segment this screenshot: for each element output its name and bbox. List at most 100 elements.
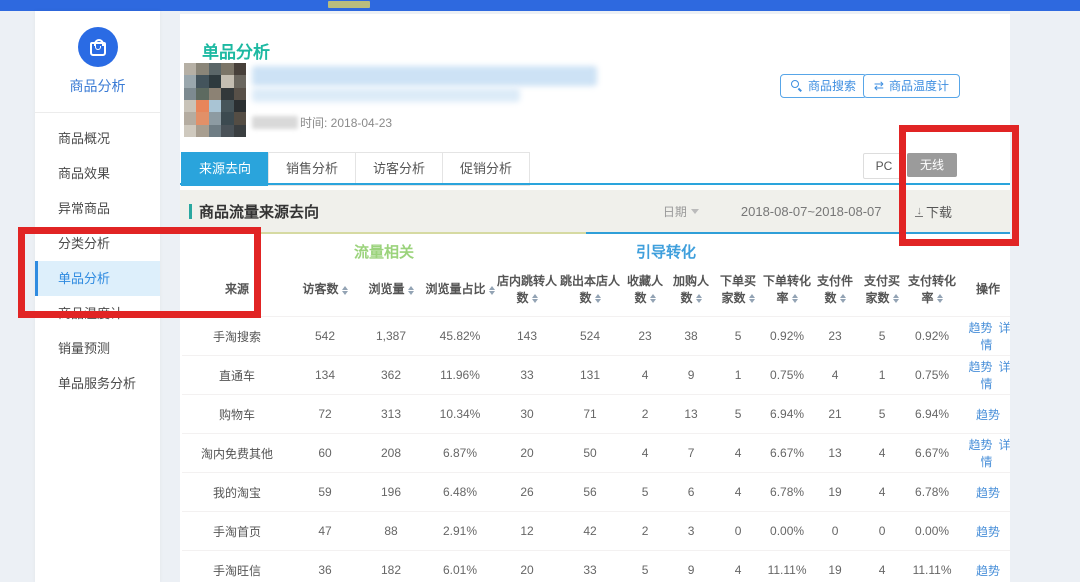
sidebar-item-7[interactable]: 单品服务分析 — [35, 366, 160, 401]
sidebar-item-3[interactable]: 分类分析 — [35, 226, 160, 261]
value-cell-5: 2 — [622, 512, 668, 551]
device-toggle-wireless[interactable]: 无线 — [907, 153, 957, 177]
value-cell-8: 0.75% — [762, 356, 812, 395]
sort-arrows-icon[interactable] — [893, 294, 899, 303]
publish-time-text: 时间: 2018-04-23 — [300, 114, 392, 131]
product-search-button[interactable]: 商品搜索 — [780, 74, 867, 98]
section-controls: 日期 2018-08-07~2018-08-07 ↓ 下载 — [663, 202, 1010, 221]
sort-arrows-icon[interactable] — [489, 286, 495, 295]
sort-arrows-icon[interactable] — [749, 294, 755, 303]
source-cell: 手淘搜索 — [182, 317, 292, 356]
main-panel: 单品分析 商品搜索 ⇄ 商品温度计 时间: 2018-04-23 来源去向销售分… — [180, 14, 1010, 582]
column-header-row: 来源访客数浏览量浏览量占比店内跳转人数跳出本店人数收藏人数加购人数下单买家数下单… — [182, 264, 1010, 317]
trend-link[interactable]: 趋势 — [969, 321, 993, 335]
actions-cell: 趋势 — [958, 395, 1010, 434]
value-cell-11: 0.75% — [906, 356, 958, 395]
tab-2[interactable]: 访客分析 — [355, 152, 443, 186]
column-header-3[interactable]: 浏览量占比 — [424, 264, 496, 317]
sort-arrows-icon[interactable] — [342, 286, 348, 295]
value-cell-5: 4 — [622, 434, 668, 473]
trend-link[interactable]: 趋势 — [976, 525, 1000, 539]
sort-arrows-icon[interactable] — [595, 294, 601, 303]
table-row: 手淘搜索5421,38745.82%143524233850.92%2350.9… — [182, 317, 1010, 356]
column-header-1[interactable]: 访客数 — [292, 264, 358, 317]
value-cell-0: 72 — [292, 395, 358, 434]
column-header-7[interactable]: 加购人数 — [668, 264, 714, 317]
sort-arrows-icon[interactable] — [408, 286, 414, 295]
value-cell-6: 3 — [668, 512, 714, 551]
chevron-down-icon — [691, 209, 699, 214]
column-header-5[interactable]: 跳出本店人数 — [558, 264, 622, 317]
column-header-2[interactable]: 浏览量 — [358, 264, 424, 317]
sidebar-item-2[interactable]: 异常商品 — [35, 191, 160, 226]
sort-arrows-icon[interactable] — [792, 294, 798, 303]
value-cell-7: 4 — [714, 473, 762, 512]
value-cell-0: 36 — [292, 551, 358, 582]
value-cell-8: 11.11% — [762, 551, 812, 582]
tab-1[interactable]: 销售分析 — [268, 152, 356, 186]
table-row: 我的淘宝591966.48%26565646.78%1946.78%趋势 — [182, 473, 1010, 512]
sidebar-item-5[interactable]: 商品温度计 — [35, 296, 160, 331]
column-header-4[interactable]: 店内跳转人数 — [496, 264, 558, 317]
value-cell-4: 50 — [558, 434, 622, 473]
sidebar-item-6[interactable]: 销量预测 — [35, 331, 160, 366]
sidebar-item-4[interactable]: 单品分析 — [35, 261, 160, 296]
section-accent-bar — [189, 204, 192, 219]
source-cell: 淘内免费其他 — [182, 434, 292, 473]
download-button[interactable]: ↓ 下载 — [915, 202, 952, 221]
product-title-blurred — [252, 66, 597, 86]
value-cell-5: 4 — [622, 356, 668, 395]
trend-link[interactable]: 趋势 — [976, 486, 1000, 500]
date-dropdown[interactable]: 日期 — [663, 203, 699, 220]
sort-arrows-icon[interactable] — [532, 294, 538, 303]
device-toggle-pc[interactable]: PC — [863, 153, 905, 179]
value-cell-9: 4 — [812, 356, 858, 395]
column-header-11[interactable]: 支付买家数 — [858, 264, 906, 317]
value-cell-4: 33 — [558, 551, 622, 582]
value-cell-6: 9 — [668, 356, 714, 395]
column-header-6[interactable]: 收藏人数 — [622, 264, 668, 317]
sidebar-item-0[interactable]: 商品概况 — [35, 121, 160, 156]
value-cell-1: 1,387 — [358, 317, 424, 356]
value-cell-0: 59 — [292, 473, 358, 512]
value-cell-5: 23 — [622, 317, 668, 356]
section-title: 商品流量来源去向 — [199, 201, 319, 222]
value-cell-0: 134 — [292, 356, 358, 395]
value-cell-9: 21 — [812, 395, 858, 434]
traffic-source-table: 流量相关引导转化 来源访客数浏览量浏览量占比店内跳转人数跳出本店人数收藏人数加购… — [182, 235, 1010, 582]
trend-link[interactable]: 趋势 — [976, 408, 1000, 422]
trend-link[interactable]: 趋势 — [969, 438, 993, 452]
sidebar-menu: 商品概况商品效果异常商品分类分析单品分析商品温度计销量预测单品服务分析 — [35, 121, 160, 401]
section-border-green — [180, 232, 586, 234]
product-thermometer-button[interactable]: ⇄ 商品温度计 — [863, 74, 960, 98]
value-cell-7: 5 — [714, 317, 762, 356]
source-cell: 直通车 — [182, 356, 292, 395]
value-cell-0: 47 — [292, 512, 358, 551]
value-cell-2: 6.01% — [424, 551, 496, 582]
value-cell-3: 143 — [496, 317, 558, 356]
table-row: 购物车7231310.34%307121356.94%2156.94%趋势 — [182, 395, 1010, 434]
app: 商品分析 商品概况商品效果异常商品分类分析单品分析商品温度计销量预测单品服务分析… — [0, 0, 1080, 582]
column-header-9[interactable]: 下单转化率 — [762, 264, 812, 317]
column-header-10[interactable]: 支付件数 — [812, 264, 858, 317]
value-cell-3: 20 — [496, 434, 558, 473]
tab-3[interactable]: 促销分析 — [442, 152, 530, 186]
value-cell-4: 131 — [558, 356, 622, 395]
value-cell-11: 6.67% — [906, 434, 958, 473]
trend-link[interactable]: 趋势 — [976, 564, 1000, 578]
sort-arrows-icon[interactable] — [937, 294, 943, 303]
sort-arrows-icon[interactable] — [696, 294, 702, 303]
column-header-12[interactable]: 支付转化率 — [906, 264, 958, 317]
tab-0[interactable]: 来源去向 — [181, 152, 269, 186]
value-cell-11: 0.92% — [906, 317, 958, 356]
trend-link[interactable]: 趋势 — [969, 360, 993, 374]
source-cell: 购物车 — [182, 395, 292, 434]
value-cell-3: 30 — [496, 395, 558, 434]
column-header-8[interactable]: 下单买家数 — [714, 264, 762, 317]
source-cell: 我的淘宝 — [182, 473, 292, 512]
value-cell-2: 6.87% — [424, 434, 496, 473]
sidebar-item-1[interactable]: 商品效果 — [35, 156, 160, 191]
sort-arrows-icon[interactable] — [840, 294, 846, 303]
sort-arrows-icon[interactable] — [650, 294, 656, 303]
value-cell-2: 2.91% — [424, 512, 496, 551]
